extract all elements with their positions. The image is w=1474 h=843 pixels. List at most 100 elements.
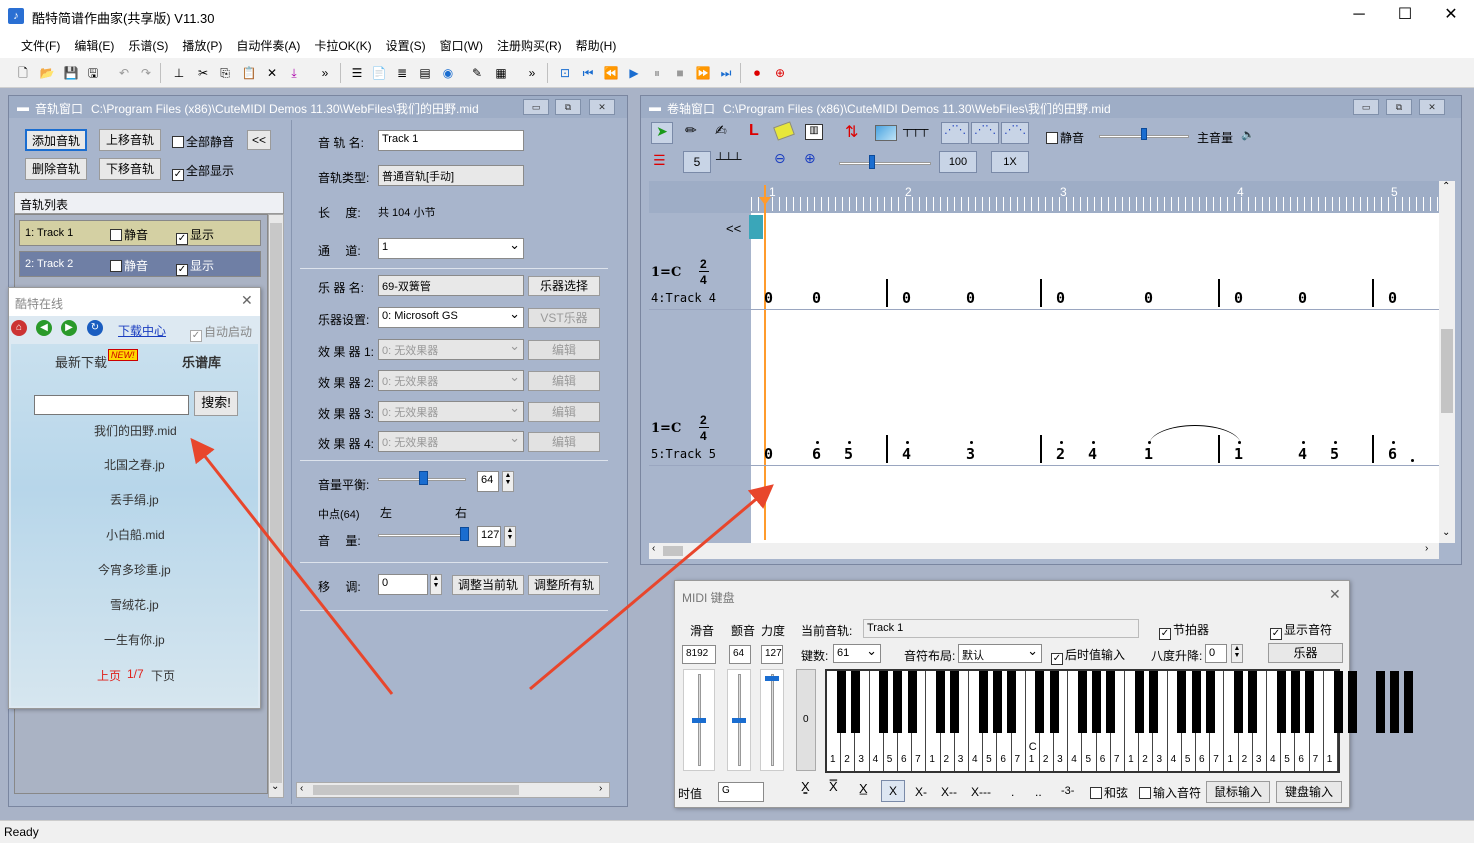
online-file-2[interactable]: 北国之春.jp (104, 456, 165, 473)
volume-slider-thumb[interactable] (460, 527, 469, 541)
save-all-icon[interactable]: 🖫 (84, 64, 102, 82)
piano-black-key[interactable] (1191, 671, 1201, 733)
pager-prev-link[interactable]: 上页 (97, 667, 121, 684)
duration-quarter-button[interactable]: X (881, 780, 905, 802)
mouse-input-button[interactable]: 鼠标输入 (1206, 781, 1270, 803)
fast-forward-icon[interactable]: ⏩ (694, 64, 712, 82)
piano-black-key[interactable] (1092, 671, 1102, 733)
roll-scroll-right-icon[interactable]: › (1425, 543, 1428, 554)
track-2-show-checkbox[interactable]: ✓ 显示 (176, 257, 214, 276)
transpose-updown-icon[interactable]: ⇅ (845, 122, 858, 142)
note[interactable]: 6 (812, 445, 821, 463)
adjust-current-track-button[interactable]: 调整当前轨 (452, 575, 524, 595)
piano-black-key[interactable] (1134, 671, 1144, 733)
track-1-show-checkbox[interactable]: ✓ 显示 (176, 226, 214, 245)
pitch-bend-value[interactable]: 8192 (682, 645, 716, 664)
piano-black-key[interactable] (836, 671, 846, 733)
view-mode-icon[interactable]: ▥ (805, 124, 823, 140)
zoom-out-icon[interactable]: ⊖ (774, 150, 798, 172)
piano-black-key[interactable] (1078, 671, 1087, 733)
properties-horizontal-scrollbar[interactable]: ‹ › (296, 782, 610, 798)
metronome-checkbox[interactable]: ✓ 节拍器 (1159, 621, 1209, 640)
add-track-button[interactable]: 添加音轨 (25, 129, 87, 151)
piano-icon[interactable]: ▤ (416, 64, 434, 82)
home-icon[interactable]: ⌂ (11, 320, 27, 336)
effect-4-select[interactable]: 0: 无效果器 (378, 430, 524, 452)
open-folder-icon[interactable]: 📂 (38, 64, 56, 82)
globe-icon[interactable]: ◉ (439, 64, 457, 82)
piano-black-key[interactable] (936, 671, 946, 733)
roll-scroll-up-icon[interactable]: ⌃ (1442, 181, 1450, 192)
online-file-1[interactable]: 我们的田野.mid (94, 422, 177, 439)
image-icon[interactable] (875, 125, 897, 141)
pen-icon[interactable]: ✎ (468, 64, 486, 82)
toolbar-more-icon[interactable]: » (316, 64, 334, 82)
online-file-4[interactable]: 小白船.mid (106, 526, 165, 543)
move-up-track-button[interactable]: 上移音轨 (99, 129, 161, 151)
piano-black-key[interactable] (1148, 671, 1158, 733)
edit-note-icon[interactable]: ✍ (715, 122, 727, 139)
save-icon[interactable]: 💾 (62, 64, 80, 82)
tab-score-library[interactable]: 乐谱库 (182, 352, 221, 371)
piano-black-key[interactable] (850, 671, 860, 733)
go-end-icon[interactable]: ⏭ (717, 64, 735, 82)
stop-icon[interactable]: ■ (671, 64, 689, 82)
double-dot-icon[interactable]: .. (1035, 785, 1042, 799)
piano-black-key[interactable] (950, 671, 960, 733)
adjust-all-tracks-button[interactable]: 调整所有轨 (528, 575, 600, 595)
track-row-2[interactable]: 2: Track 2 静音 ✓ 显示 (19, 251, 261, 277)
octave-normal-icon[interactable]: ⋰⋱ (971, 122, 999, 144)
playhead[interactable] (764, 185, 766, 540)
note[interactable]: 2 (1056, 445, 1065, 463)
note[interactable]: 4 (1298, 445, 1307, 463)
scroll-left-icon[interactable]: ‹ (300, 783, 303, 794)
note[interactable]: 1 (1144, 445, 1153, 463)
note[interactable]: 4 (1088, 445, 1097, 463)
device-select[interactable]: 0: Microsoft GS (378, 306, 524, 328)
balance-spinner[interactable]: ▲ ▼ (502, 471, 514, 492)
track-list-scrollbar[interactable]: ⌄ (268, 214, 284, 798)
transpose-spinner[interactable]: ▲ ▼ (430, 574, 442, 595)
piano-black-key[interactable] (879, 671, 889, 733)
menu-settings[interactable]: 设置(S) (379, 32, 433, 58)
piano-black-key[interactable] (1290, 671, 1300, 733)
key-count-select[interactable]: 61 (833, 643, 881, 663)
note[interactable]: 5 (1330, 445, 1339, 463)
back-icon[interactable]: ◀ (36, 320, 52, 336)
refresh-icon[interactable]: ↻ (87, 320, 103, 336)
piano-black-key[interactable] (1007, 671, 1017, 733)
track-row-1[interactable]: 1: Track 1 静音 ✓ 显示 (19, 220, 261, 246)
duration-dotted-half-icon[interactable]: X-- (941, 785, 957, 799)
piano-black-key[interactable] (893, 671, 903, 733)
note-layout-select[interactable]: 默认 (958, 643, 1042, 663)
delete-track-button[interactable]: 删除音轨 (25, 158, 87, 180)
dot-icon[interactable]: . (1011, 785, 1014, 799)
piano-black-key[interactable] (1333, 671, 1343, 733)
note[interactable]: 1 (1234, 445, 1243, 463)
note[interactable]: 0 (1298, 289, 1307, 307)
channel-select[interactable]: 1 (378, 237, 524, 259)
note[interactable]: 6 (1388, 445, 1397, 463)
effect-3-select[interactable]: 0: 无效果器 (378, 400, 524, 422)
split-icon[interactable]: ⊕ (771, 64, 789, 82)
roll-scroll-down-icon[interactable]: ⌄ (1442, 527, 1450, 538)
pitch-bend-slider[interactable] (683, 669, 715, 771)
piano-black-key[interactable] (1205, 671, 1215, 733)
track-window-minimize-icon[interactable]: ▭ (523, 99, 549, 115)
online-file-7[interactable]: 一生有你.jp (104, 631, 165, 648)
forward-icon[interactable]: ▶ (61, 320, 77, 336)
note[interactable]: 0 (1144, 289, 1153, 307)
online-file-5[interactable]: 今宵多珍重.jp (98, 561, 171, 578)
eraser-icon[interactable] (773, 121, 795, 141)
volume-spinner[interactable]: ▲ ▼ (504, 526, 516, 547)
velocity-slider[interactable] (760, 669, 784, 771)
move-down-track-button[interactable]: 下移音轨 (99, 158, 161, 180)
staff-collapse-button[interactable]: << (726, 221, 741, 236)
menu-karaoke[interactable]: 卡拉OK(K) (307, 32, 378, 58)
menu-file[interactable]: 文件(F) (14, 32, 67, 58)
balance-value-input[interactable]: 64 (477, 471, 499, 492)
roll-window-restore-icon[interactable]: ⧉ (1386, 99, 1412, 115)
effect-3-edit-button[interactable]: 编辑 (528, 402, 600, 422)
volume-value-input[interactable]: 127 (477, 526, 501, 547)
effect-1-edit-button[interactable]: 编辑 (528, 340, 600, 360)
